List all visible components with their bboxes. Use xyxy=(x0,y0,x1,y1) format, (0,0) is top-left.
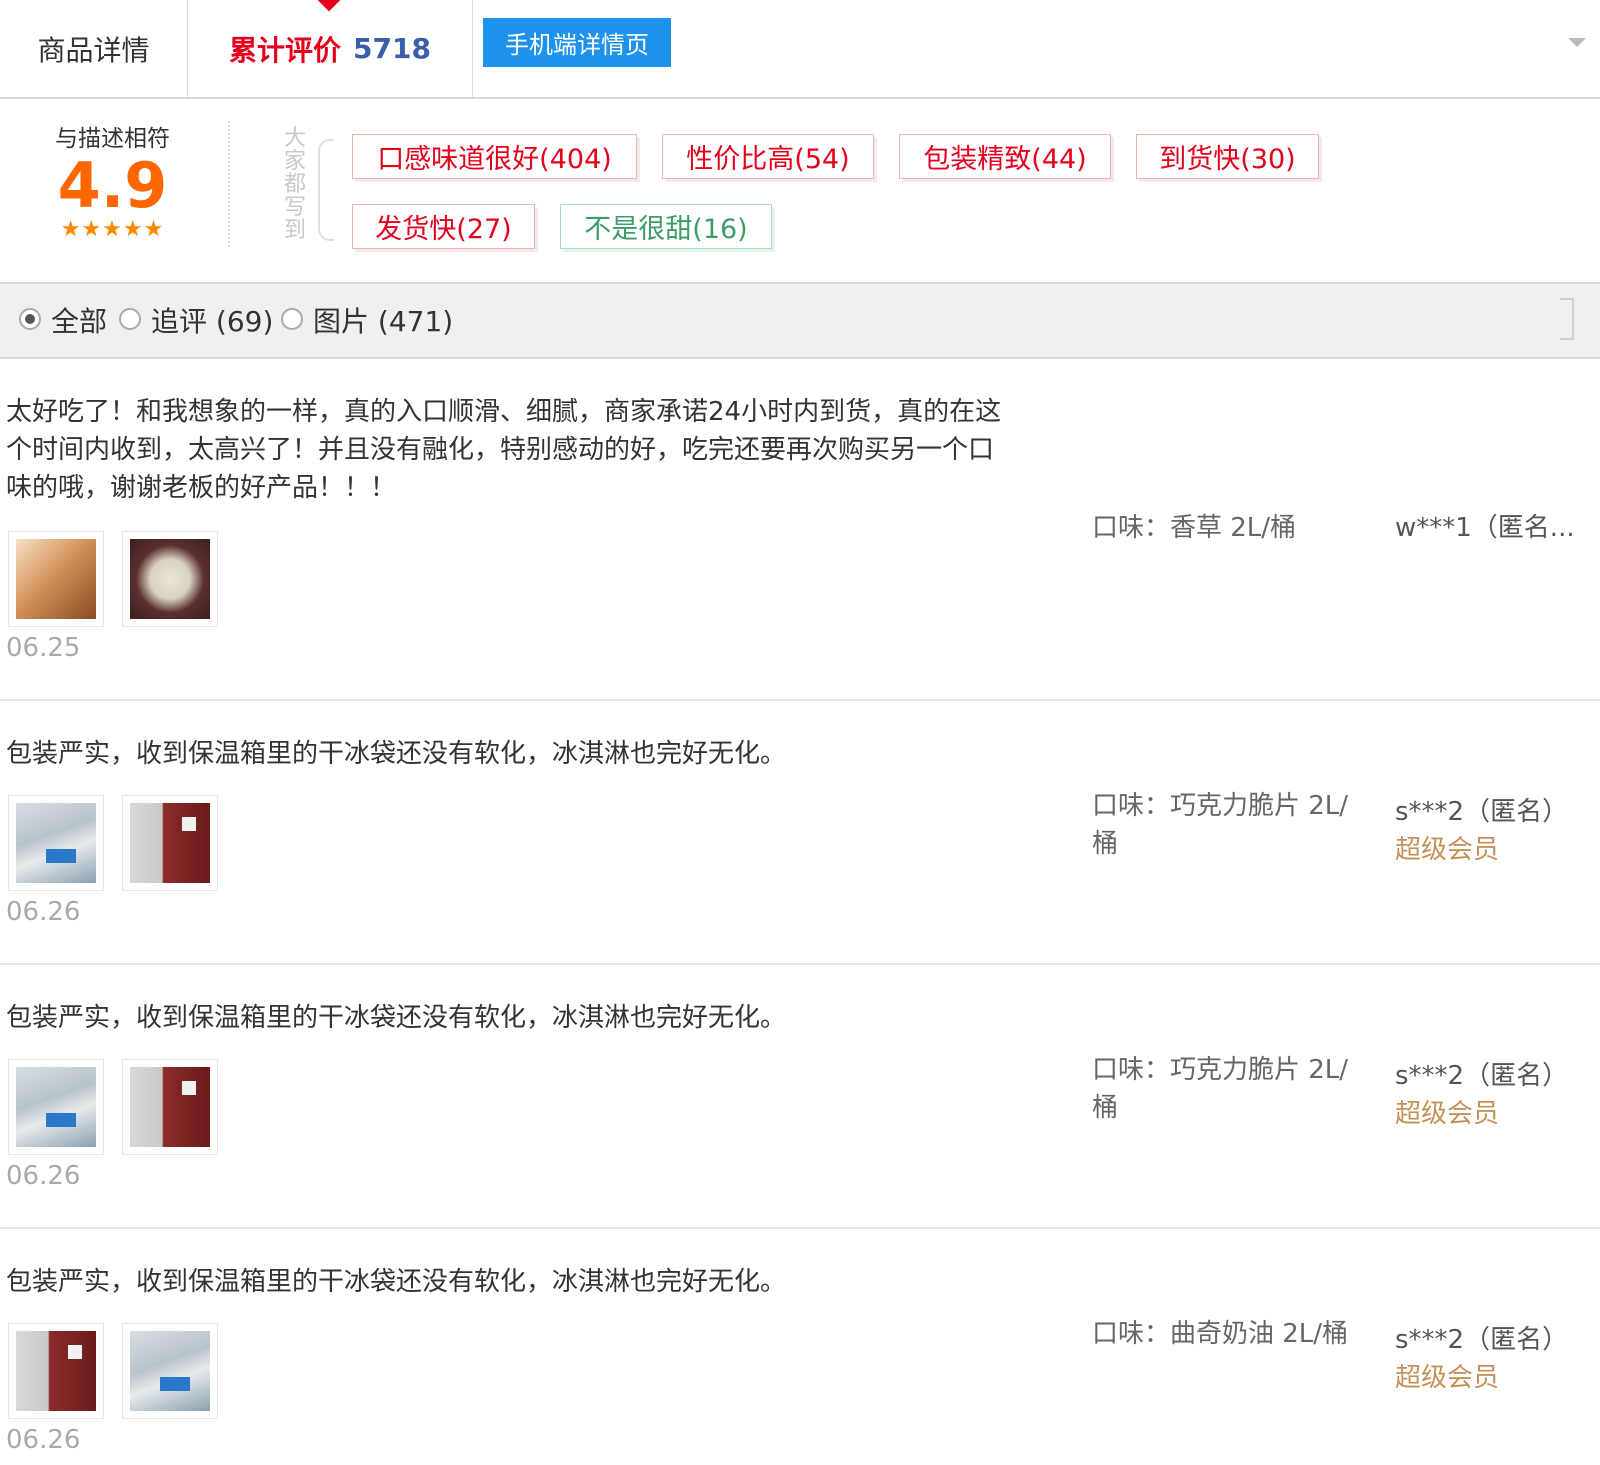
brace-icon xyxy=(318,139,334,241)
review-photo[interactable] xyxy=(122,795,218,891)
review-item: 太好吃了！和我想象的一样，真的入口顺滑、细腻，商家承诺24小时内到货，真的在这个… xyxy=(0,359,1600,701)
review-photo-image xyxy=(130,539,210,619)
divider xyxy=(228,121,230,247)
review-username: w***1（匿名... xyxy=(1395,509,1595,547)
review-user-name: s***2（匿名） xyxy=(1395,797,1569,827)
filter-followup-radio[interactable] xyxy=(119,308,141,330)
review-text: 包装严实，收到保温箱里的干冰袋还没有软化，冰淇淋也完好无化。 xyxy=(6,1267,787,1297)
package-label-icon xyxy=(182,1081,196,1095)
tag-fast-arrival[interactable]: 到货快(30) xyxy=(1136,134,1319,179)
review-photo-image xyxy=(16,803,96,883)
review-item: 包装严实，收到保温箱里的干冰袋还没有软化，冰淇淋也完好无化。 06.26 口味：… xyxy=(0,965,1600,1229)
tab-reviews-count: 5718 xyxy=(353,32,431,65)
review-username: s***2（匿名） 超级会员 xyxy=(1395,793,1595,869)
review-text: 包装严实，收到保温箱里的干冰袋还没有软化，冰淇淋也完好无化。 xyxy=(6,739,787,769)
review-photo-image xyxy=(130,1331,210,1411)
review-photo-image xyxy=(130,803,210,883)
package-label-icon xyxy=(182,817,196,831)
review-photo[interactable] xyxy=(8,795,104,891)
tab-cumulative-reviews[interactable]: 累计评价 5718 xyxy=(188,0,473,97)
review-date: 06.25 xyxy=(6,633,81,663)
filter-all-label[interactable]: 全部 xyxy=(51,300,107,340)
tag-fast-shipping[interactable]: 发货快(27) xyxy=(352,204,535,249)
review-photo[interactable] xyxy=(122,1323,218,1419)
rating-box: 与描述相符 4.9 ★★★★★ xyxy=(20,119,205,242)
review-date: 06.26 xyxy=(6,897,81,927)
everyone-mentioned-label: 大家都写到 xyxy=(283,126,306,243)
review-photo-image xyxy=(130,1067,210,1147)
tab-product-details[interactable]: 商品详情 xyxy=(0,0,188,97)
review-photo[interactable] xyxy=(8,531,104,627)
rating-summary: 与描述相符 4.9 ★★★★★ 大家都写到 口感味道很好(404) 性价比高(5… xyxy=(0,99,1600,284)
review-photo[interactable] xyxy=(122,531,218,627)
review-photo-image xyxy=(16,539,96,619)
review-member-badge: 超级会员 xyxy=(1395,1099,1500,1129)
filter-photos-radio[interactable] xyxy=(281,308,303,330)
review-username: s***2（匿名） 超级会员 xyxy=(1395,1057,1595,1133)
filter-all-radio[interactable] xyxy=(19,308,41,330)
tag-not-very-sweet[interactable]: 不是很甜(16) xyxy=(560,204,772,249)
package-label-icon xyxy=(46,1113,76,1127)
active-tab-marker-icon xyxy=(317,0,341,12)
mobile-details-button[interactable]: 手机端详情页 xyxy=(483,18,671,67)
rating-score: 4.9 xyxy=(57,149,168,222)
review-username: s***2（匿名） 超级会员 xyxy=(1395,1321,1595,1397)
review-photo[interactable] xyxy=(8,1323,104,1419)
review-photo-image xyxy=(16,1331,96,1411)
tag-value[interactable]: 性价比高(54) xyxy=(662,134,874,179)
review-photo[interactable] xyxy=(122,1059,218,1155)
review-item: 包装严实，收到保温箱里的干冰袋还没有软化，冰淇淋也完好无化。 06.26 口味：… xyxy=(0,701,1600,965)
review-sku: 口味：巧克力脆片 2L/桶 xyxy=(1092,1055,1349,1123)
review-item: 包装严实，收到保温箱里的干冰袋还没有软化，冰淇淋也完好无化。 06.26 口味：… xyxy=(0,1229,1600,1465)
review-filter-bar: 全部 追评 (69) 图片 (471) xyxy=(0,284,1600,359)
review-text: 太好吃了！和我想象的一样，真的入口顺滑、细腻，商家承诺24小时内到货，真的在这个… xyxy=(6,397,1002,503)
filter-photos-label[interactable]: 图片 (471) xyxy=(313,300,453,340)
review-member-badge: 超级会员 xyxy=(1395,1363,1500,1393)
tag-packaging[interactable]: 包装精致(44) xyxy=(899,134,1111,179)
review-sku: 口味：香草 2L/桶 xyxy=(1092,513,1297,543)
review-photo-image xyxy=(16,1067,96,1147)
package-label-icon xyxy=(46,849,76,863)
tab-bar: 商品详情 累计评价 5718 手机端详情页 xyxy=(0,0,1600,99)
review-user-name: s***2（匿名） xyxy=(1395,1325,1569,1355)
tag-taste[interactable]: 口感味道很好(404) xyxy=(352,134,637,179)
rating-label: 与描述相符 xyxy=(55,126,170,152)
review-date: 06.26 xyxy=(6,1425,81,1455)
review-date: 06.26 xyxy=(6,1161,81,1191)
tab-reviews-label: 累计评价 xyxy=(229,33,342,67)
review-text: 包装严实，收到保温箱里的干冰袋还没有软化，冰淇淋也完好无化。 xyxy=(6,1003,787,1033)
tab-product-details-label: 商品详情 xyxy=(37,33,150,67)
package-label-icon xyxy=(68,1345,82,1359)
filter-followup-label[interactable]: 追评 (69) xyxy=(151,300,273,340)
review-user-name: s***2（匿名） xyxy=(1395,1061,1569,1091)
package-label-icon xyxy=(160,1377,190,1391)
sort-dropdown[interactable] xyxy=(1560,298,1574,340)
review-sku: 口味：巧克力脆片 2L/桶 xyxy=(1092,791,1349,859)
review-photo[interactable] xyxy=(8,1059,104,1155)
review-member-badge: 超级会员 xyxy=(1395,835,1500,865)
review-user-name: w***1（匿名... xyxy=(1395,513,1575,543)
chevron-down-icon[interactable] xyxy=(1568,38,1586,47)
review-sku: 口味：曲奇奶油 2L/桶 xyxy=(1092,1319,1349,1349)
star-rating-icon: ★★★★★ xyxy=(60,217,165,242)
